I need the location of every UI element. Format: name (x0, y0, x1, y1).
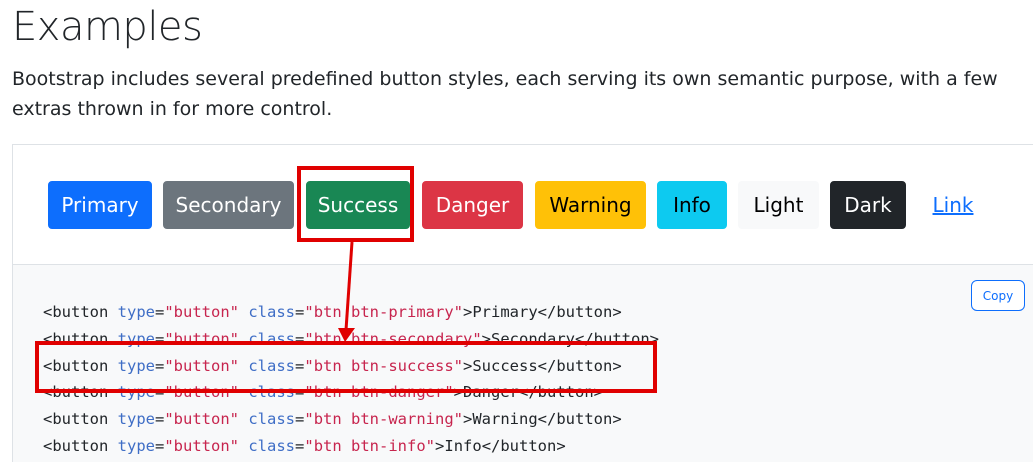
light-button[interactable]: Light (738, 181, 819, 229)
code-line: <button type="button" class="btn btn-inf… (43, 436, 566, 455)
danger-button[interactable]: Danger (422, 181, 523, 229)
page-title: Examples (12, 4, 203, 50)
code-line: <button type="button" class="btn btn-war… (43, 410, 622, 429)
secondary-button[interactable]: Secondary (163, 181, 294, 229)
primary-button[interactable]: Primary (48, 181, 152, 229)
info-button[interactable]: Info (657, 181, 727, 229)
dark-button[interactable]: Dark (830, 181, 906, 229)
link-button[interactable]: Link (918, 181, 988, 229)
button-examples-panel: Primary Secondary Success Danger Warning… (12, 144, 1033, 264)
highlight-success-code-line (35, 341, 657, 393)
warning-button[interactable]: Warning (535, 181, 646, 229)
code-line: <button type="button" class="btn btn-pri… (43, 303, 622, 321)
copy-button[interactable]: Copy (971, 280, 1025, 311)
page-lead: Bootstrap includes several predefined bu… (12, 68, 998, 120)
highlight-success-button (297, 166, 414, 242)
